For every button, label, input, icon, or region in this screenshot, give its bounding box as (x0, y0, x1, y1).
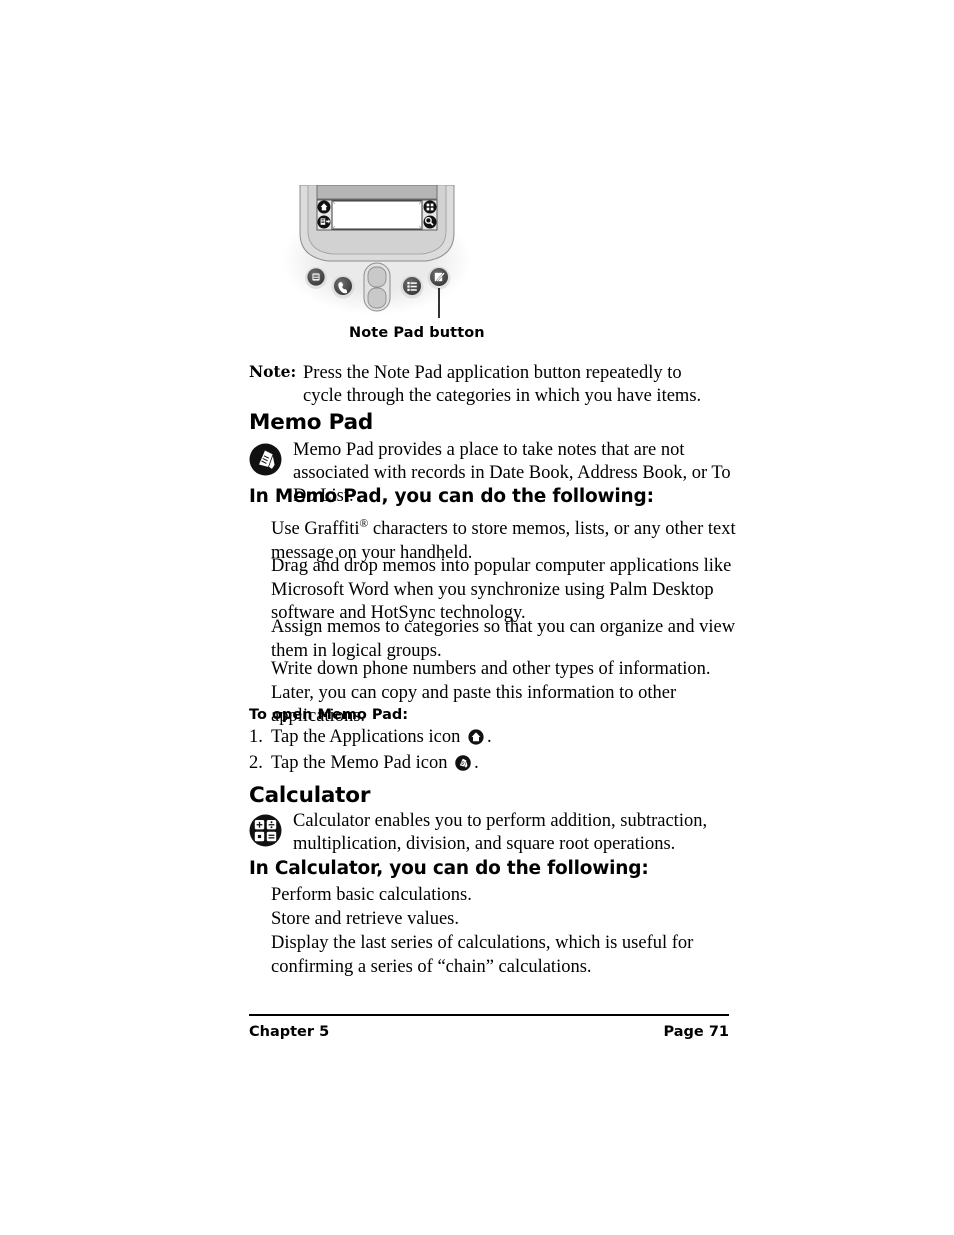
memo-pad-icon (249, 443, 282, 481)
applications-home-icon[interactable] (468, 729, 484, 752)
calculator-grid-icon[interactable] (423, 200, 437, 214)
memo-pad-feature-2: Drag and drop memos into popular compute… (271, 556, 732, 623)
step-1: 1. Tap the Applications icon . (249, 726, 729, 752)
page-title-calculator: Calculator (249, 783, 371, 808)
to-do-list-button[interactable] (400, 275, 424, 299)
to-open-memo-pad-heading: To open Memo Pad: (249, 707, 409, 723)
step-1-text: Tap the Applications icon . (271, 727, 492, 747)
calculator-icon (249, 814, 282, 852)
step-2-number: 2. (249, 753, 263, 773)
calculator-subheading: In Calculator, you can do the following: (249, 858, 649, 879)
document-page: Note Pad button Note: Press the Note Pad… (0, 0, 954, 1235)
memo-pad-subheading: In Memo Pad, you can do the following: (249, 486, 654, 507)
footer-page-number: Page 71 (663, 1024, 729, 1040)
registered-mark: ® (359, 518, 369, 530)
footer-divider (249, 1014, 729, 1016)
step-2-suffix: . (474, 753, 479, 773)
step-2-label: Tap the Memo Pad icon (271, 753, 448, 773)
device-screen-lower (316, 185, 438, 200)
menu-icon[interactable] (317, 215, 331, 229)
calculator-feature-1: Perform basic calculations. (271, 885, 472, 905)
phone-button[interactable] (331, 275, 355, 299)
figure-caption: Note Pad button (349, 325, 485, 341)
memo-pad-feature-3: Assign memos to categories so that you c… (271, 617, 736, 661)
step-1-number: 1. (249, 727, 263, 747)
step-1-label: Tap the Applications icon (271, 727, 461, 747)
home-icon[interactable] (317, 200, 331, 214)
calculator-intro-text: Calculator enables you to perform additi… (293, 811, 708, 854)
find-icon[interactable] (423, 215, 437, 229)
note-block: Note: Press the Note Pad application but… (249, 362, 719, 408)
step-2-text: Tap the Memo Pad icon . (271, 753, 479, 773)
device-illustration (282, 185, 472, 318)
graffiti-writing-area (331, 200, 423, 230)
note-pad-button[interactable] (427, 266, 451, 290)
handheld-device-figure: Note Pad button (262, 185, 492, 345)
calculator-feature-2: Store and retrieve values. (271, 909, 460, 929)
date-book-button[interactable] (305, 267, 327, 289)
calculator-feature-3: Display the last series of calculations,… (271, 933, 694, 977)
step-2: 2. Tap the Memo Pad icon . (249, 752, 729, 778)
scroll-rocker[interactable] (363, 262, 391, 312)
note-label: Note: (249, 362, 297, 381)
calculator-intro-block: Calculator enables you to perform additi… (249, 810, 739, 856)
footer-chapter: Chapter 5 (249, 1024, 330, 1040)
memo-pad-icon[interactable] (455, 755, 471, 778)
step-1-suffix: . (486, 727, 492, 747)
page-title-memo-pad: Memo Pad (249, 410, 374, 435)
note-text: Press the Note Pad application button re… (303, 363, 702, 406)
